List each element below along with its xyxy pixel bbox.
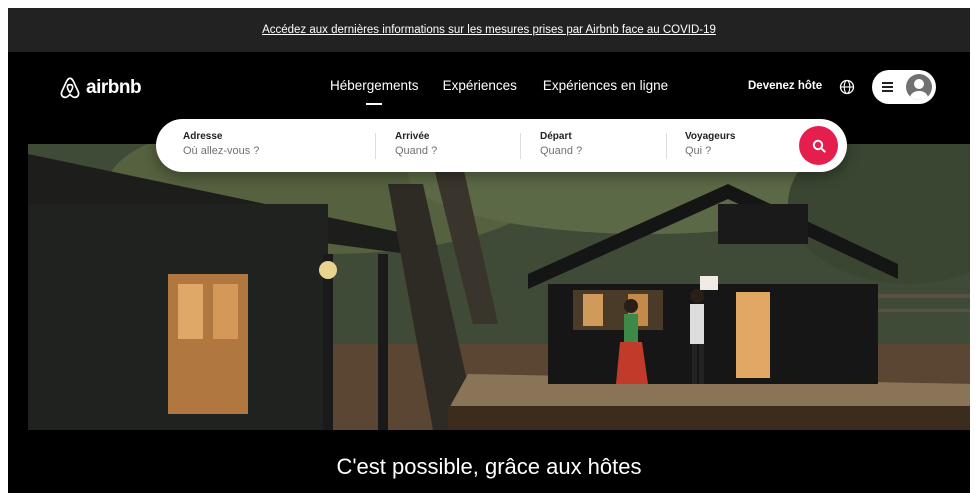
search-button[interactable] bbox=[799, 126, 838, 165]
menu-icon bbox=[882, 82, 893, 92]
main-nav: Hébergements Expériences Expériences en … bbox=[330, 78, 668, 93]
field-placeholder: Où allez-vous ? bbox=[183, 145, 260, 157]
covid-banner: Accédez aux dernières informations sur l… bbox=[8, 8, 970, 52]
airbnb-logo[interactable]: airbnb bbox=[58, 76, 142, 100]
covid-info-link[interactable]: Accédez aux dernières informations sur l… bbox=[262, 24, 716, 36]
divider bbox=[666, 133, 667, 159]
search-icon bbox=[812, 139, 826, 153]
cabin-scene-illustration bbox=[28, 144, 970, 430]
airbnb-logo-icon bbox=[60, 77, 80, 99]
field-placeholder: Quand ? bbox=[540, 145, 583, 157]
user-avatar-icon bbox=[906, 74, 932, 100]
nav-item-experiences-en-ligne[interactable]: Expériences en ligne bbox=[543, 78, 668, 93]
search-field-checkin[interactable]: Arrivée Quand ? bbox=[395, 131, 505, 157]
field-label: Adresse bbox=[183, 131, 223, 142]
become-host-link[interactable]: Devenez hôte bbox=[748, 80, 822, 92]
field-label: Départ bbox=[540, 131, 572, 142]
search-field-checkout[interactable]: Départ Quand ? bbox=[540, 131, 650, 157]
user-menu-button[interactable] bbox=[872, 70, 936, 104]
field-label: Arrivée bbox=[395, 131, 430, 142]
field-placeholder: Qui ? bbox=[685, 145, 712, 157]
search-bar: Adresse Où allez-vous ? Arrivée Quand ? … bbox=[156, 119, 847, 172]
search-field-address[interactable]: Adresse Où allez-vous ? bbox=[183, 131, 363, 157]
field-label: Voyageurs bbox=[685, 131, 736, 142]
globe-icon[interactable] bbox=[839, 79, 855, 95]
nav-item-hebergements[interactable]: Hébergements bbox=[330, 78, 419, 93]
hero-tagline: C'est possible, grâce aux hôtes bbox=[336, 454, 642, 479]
logo-text: airbnb bbox=[86, 77, 142, 98]
divider bbox=[375, 133, 376, 159]
page: Accédez aux dernières informations sur l… bbox=[8, 8, 970, 493]
search-field-guests[interactable]: Voyageurs Qui ? bbox=[685, 131, 785, 157]
divider bbox=[520, 133, 521, 159]
field-placeholder: Quand ? bbox=[395, 145, 438, 157]
nav-item-experiences[interactable]: Expériences bbox=[443, 78, 517, 93]
hero-image bbox=[28, 144, 970, 430]
